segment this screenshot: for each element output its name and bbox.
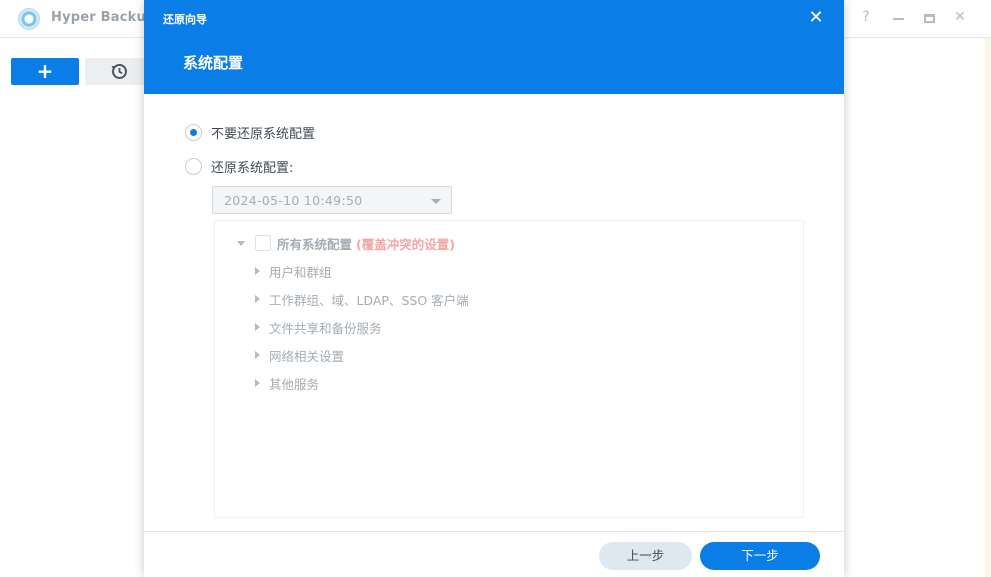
maximize-button[interactable] <box>919 9 939 23</box>
minimize-button[interactable] <box>888 9 908 20</box>
tree-item-label: 网络相关设置 <box>269 348 345 364</box>
restore-history-button[interactable] <box>85 58 153 85</box>
tree-item-file-services[interactable]: 文件共享和备份服务 <box>255 318 382 336</box>
add-backup-button[interactable]: + <box>11 58 79 85</box>
maximize-icon <box>923 14 935 23</box>
tree-item-label: 其他服务 <box>269 376 320 392</box>
collapse-caret-icon[interactable] <box>255 351 260 359</box>
tree-item-other-services[interactable]: 其他服务 <box>255 374 319 392</box>
option-no-restore-label: 不要还原系统配置 <box>211 126 316 142</box>
restore-wizard-dialog: 还原向导 ✕ 系统配置 不要还原系统配置 还原系统配置: 2024-05-10 … <box>144 0 844 577</box>
radio-no-restore[interactable] <box>185 123 202 141</box>
dialog-header: 还原向导 ✕ 系统配置 <box>144 0 844 94</box>
tree-item-label: 用户和群组 <box>269 264 332 280</box>
tree-root-label: 所有系统配置 <box>277 236 353 252</box>
collapse-caret-icon[interactable] <box>255 323 260 331</box>
radio-restore[interactable] <box>185 157 202 175</box>
tree-root-checkbox[interactable] <box>255 235 271 251</box>
history-icon <box>111 64 127 79</box>
help-button[interactable]: ? <box>856 9 876 25</box>
version-select[interactable]: 2024-05-10 10:49:50 <box>212 186 452 214</box>
minimize-icon <box>892 18 904 20</box>
dialog-step-heading: 系统配置 <box>183 54 244 72</box>
app-title: Hyper Backup <box>51 10 156 25</box>
app-close-button[interactable]: ✕ <box>950 9 970 25</box>
hyper-backup-logo-icon <box>18 8 40 30</box>
option-restore[interactable]: 还原系统配置: <box>185 156 293 176</box>
chevron-down-icon <box>431 199 441 204</box>
previous-button[interactable]: 上一步 <box>599 542 692 570</box>
option-restore-label: 还原系统配置: <box>211 160 294 176</box>
tree-item-label: 文件共享和备份服务 <box>269 320 382 336</box>
collapse-caret-icon[interactable] <box>255 267 260 275</box>
tree-item-label: 工作群组、域、LDAP、SSO 客户端 <box>269 292 469 308</box>
app-content-area <box>844 38 991 577</box>
collapse-caret-icon[interactable] <box>255 379 260 387</box>
option-no-restore[interactable]: 不要还原系统配置 <box>185 122 315 142</box>
dialog-window-title: 还原向导 <box>163 13 207 26</box>
config-tree: 所有系统配置 (覆盖冲突的设置) 用户和群组 工作群组、域、LDAP、SSO 客… <box>214 220 804 518</box>
collapse-caret-icon[interactable] <box>255 295 260 303</box>
dialog-footer: 上一步 下一步 <box>144 531 844 577</box>
expand-caret-icon[interactable] <box>237 240 245 246</box>
tree-item-domain-ldap-sso[interactable]: 工作群组、域、LDAP、SSO 客户端 <box>255 290 469 308</box>
tree-item-network[interactable]: 网络相关设置 <box>255 346 344 364</box>
version-select-value: 2024-05-10 10:49:50 <box>224 193 363 208</box>
tree-root-warning: (覆盖冲突的设置) <box>356 236 455 252</box>
tree-root-row[interactable]: 所有系统配置 (覆盖冲突的设置) <box>237 234 455 252</box>
dialog-close-button[interactable]: ✕ <box>806 8 826 28</box>
next-button[interactable]: 下一步 <box>700 542 820 570</box>
tree-item-users-groups[interactable]: 用户和群组 <box>255 262 332 280</box>
